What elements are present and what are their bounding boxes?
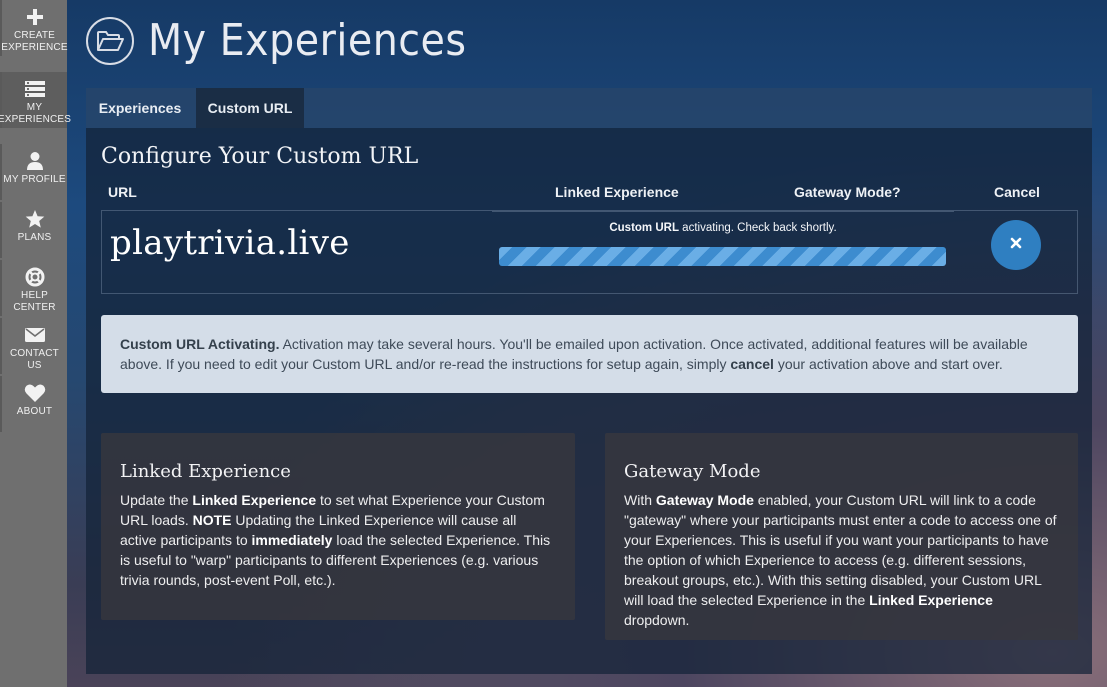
- page-header: My Experiences: [86, 14, 467, 68]
- gateway-mode-card: Gateway Mode With Gateway Mode enabled, …: [605, 433, 1078, 640]
- linked-experience-card: Linked Experience Update the Linked Expe…: [101, 433, 575, 620]
- sidebar-item-create-experience[interactable]: CREATE EXPERIENCE: [0, 0, 68, 56]
- lifebuoy-icon: [25, 266, 45, 288]
- notice-bold: Custom URL Activating.: [120, 336, 280, 352]
- card-bold: Linked Experience: [869, 592, 993, 608]
- close-icon: [1010, 236, 1022, 254]
- tab-bar: Experiences Custom URL: [86, 88, 1092, 128]
- cancel-activation-button[interactable]: [991, 220, 1041, 270]
- star-icon: [25, 208, 45, 230]
- heart-icon: [24, 382, 46, 404]
- card-body: Update the Linked Experience to set what…: [120, 490, 556, 590]
- custom-url-panel: Configure Your Custom URL URL Linked Exp…: [86, 128, 1092, 674]
- sidebar-item-about[interactable]: ABOUT: [0, 376, 67, 432]
- card-bold: Gateway Mode: [655, 492, 754, 508]
- card-text: enabled, your Custom URL will link to a …: [624, 492, 1057, 608]
- column-header-gateway-mode: Gateway Mode?: [794, 184, 901, 200]
- section-title: Configure Your Custom URL: [101, 144, 419, 169]
- activation-status: Custom URL activating. Check back shortl…: [492, 211, 954, 296]
- status-text: Custom URL activating. Check back shortl…: [492, 222, 954, 234]
- envelope-icon: [24, 324, 46, 346]
- column-header-cancel: Cancel: [994, 184, 1040, 200]
- sidebar-item-label: CONTACT US: [10, 348, 59, 371]
- column-header-linked-experience: Linked Experience: [555, 184, 679, 200]
- user-icon: [26, 150, 44, 172]
- status-text-rest: activating. Check back shortly.: [678, 222, 837, 234]
- sidebar-item-label: HELP CENTER: [13, 290, 56, 313]
- card-title: Linked Experience: [120, 461, 291, 482]
- page-title: My Experiences: [148, 15, 467, 66]
- sidebar-item-contact-us[interactable]: CONTACT US: [0, 318, 67, 374]
- sidebar: CREATE EXPERIENCE MY EXPERIENCES MY PROF…: [0, 0, 71, 687]
- activation-notice: Custom URL Activating. Activation may ta…: [101, 315, 1078, 393]
- sidebar-item-label: PLANS: [17, 232, 52, 243]
- sidebar-item-label: MY PROFILE: [3, 174, 66, 185]
- sidebar-item-label: CREATE EXPERIENCE: [1, 30, 68, 53]
- card-text: With: [624, 492, 656, 508]
- card-bold: Linked Experience: [192, 492, 317, 508]
- sidebar-item-my-profile[interactable]: MY PROFILE: [0, 144, 67, 200]
- sidebar-item-label: MY EXPERIENCES: [0, 102, 72, 125]
- notice-cancel-bold: cancel: [730, 356, 774, 372]
- folder-open-icon: [86, 17, 134, 65]
- notice-text-2: your activation above and start over.: [773, 356, 1003, 372]
- card-text: dropdown.: [624, 612, 690, 628]
- custom-url-value: playtrivia.live: [110, 223, 350, 263]
- sidebar-item-label: ABOUT: [16, 406, 53, 417]
- column-header-url: URL: [108, 184, 137, 200]
- custom-url-row: playtrivia.live Custom URL activating. C…: [101, 210, 1078, 294]
- card-bold: immediately: [251, 532, 333, 548]
- activation-progress-bar: [499, 247, 946, 266]
- plus-icon: [26, 6, 44, 28]
- status-text-bold: Custom URL: [609, 222, 679, 234]
- sidebar-item-help-center[interactable]: HELP CENTER: [0, 260, 67, 316]
- sidebar-item-my-experiences[interactable]: MY EXPERIENCES: [0, 72, 71, 128]
- tab-experiences[interactable]: Experiences: [86, 88, 194, 128]
- sidebar-item-plans[interactable]: PLANS: [0, 202, 67, 258]
- card-text: Update the: [120, 492, 193, 508]
- tab-custom-url[interactable]: Custom URL: [196, 88, 304, 128]
- list-icon: [24, 78, 46, 100]
- card-title: Gateway Mode: [624, 461, 761, 482]
- card-body: With Gateway Mode enabled, your Custom U…: [624, 490, 1059, 630]
- card-bold: NOTE: [192, 512, 232, 528]
